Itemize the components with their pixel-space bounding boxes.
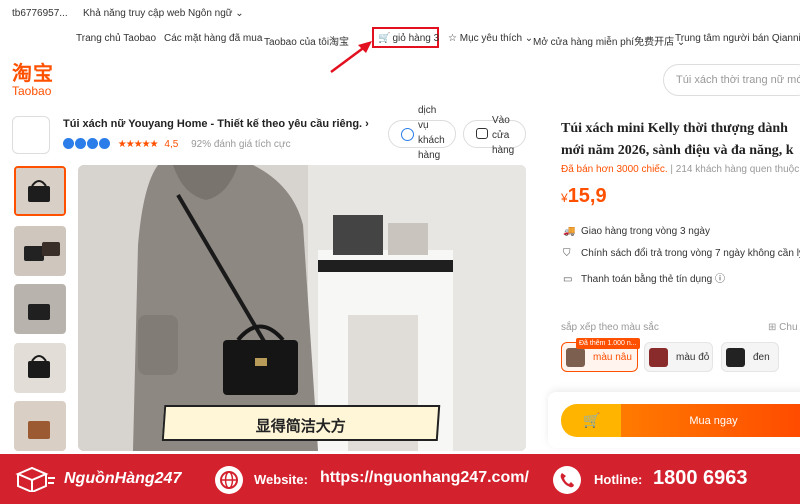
buy-now-label: Mua ngay <box>689 415 738 427</box>
promo-footer: NguồnHàng247 Website: https://nguonhang2… <box>0 454 800 504</box>
caption-text: 显得简洁大方 <box>255 418 346 435</box>
color-option-red[interactable]: màu đỏ <box>644 342 713 372</box>
user-account-link[interactable]: tb6776957... <box>12 8 68 19</box>
nav-purchased[interactable]: Các mặt hàng đã mua <box>164 33 262 44</box>
color-name: màu đỏ <box>676 352 710 363</box>
color-swatch <box>726 348 745 367</box>
grid-icon: ⊞ <box>768 322 777 333</box>
website-label: Website: <box>254 472 308 487</box>
phone-icon <box>553 466 581 494</box>
star-icon: ☆ <box>448 33 457 44</box>
enter-shop-label: Vào cửa hàng <box>492 115 515 156</box>
card-icon: ▭ <box>563 274 573 285</box>
accessibility-link[interactable]: Khả năng truy cập web <box>83 8 185 19</box>
store-avatar[interactable] <box>12 116 50 154</box>
thumbnail-image <box>14 226 66 276</box>
buy-now-button[interactable]: Mua ngay <box>621 404 800 437</box>
truck-icon: 🚚 <box>563 226 576 237</box>
globe-icon <box>215 466 243 494</box>
sort-by-color-label: sắp xếp theo màu sắc <box>561 322 659 333</box>
search-input[interactable]: Túi xách thời trang nữ mới <box>663 64 800 96</box>
product-title-line2: mới năm 2026, sành điệu và đa năng, k <box>561 143 794 158</box>
cart-link[interactable]: 🛒 giỏ hàng 3 <box>372 27 439 48</box>
service-return-text: Chính sách đổi trả trong vòng 7 ngày khô… <box>581 248 800 259</box>
store-rating: ★★★★★ 4,5 92% đánh giá tích cực <box>63 138 291 150</box>
logo-en: Taobao <box>12 84 52 98</box>
service-payment-text: Thanh toán bằng thẻ tín dụng ⓘ <box>581 274 725 285</box>
thumbnail-image <box>14 284 66 334</box>
thumbnail-image <box>14 343 66 393</box>
nav-home[interactable]: Trang chủ Taobao <box>76 33 156 44</box>
product-title: Túi xách mini Kelly thời thượng dành mới… <box>561 118 800 162</box>
shop-icon <box>476 128 488 139</box>
color-swatch <box>566 348 585 367</box>
thumbnail-1[interactable] <box>14 166 66 216</box>
medal-icon <box>99 138 110 149</box>
rating-score: 4,5 <box>164 139 179 150</box>
service-payment: ▭ Thanh toán bằng thẻ tín dụng ⓘ <box>563 270 725 285</box>
cart-icon: 🛒 <box>378 33 391 44</box>
thumbnail-3[interactable] <box>14 284 66 334</box>
nav-favorites[interactable]: ☆ Mục yêu thích ⌄ <box>448 33 533 44</box>
language-selector[interactable]: Ngôn ngữ ⌄ <box>188 8 244 19</box>
website-url[interactable]: https://nguonhang247.com/ <box>320 469 529 487</box>
color-name: màu nâu <box>593 352 632 363</box>
product-price: ¥15,9 <box>561 185 607 208</box>
service-return: ⛉ Chính sách đổi trả trong vòng 7 ngày kh… <box>563 248 800 259</box>
rating-stars: ★★★★★ <box>117 139 159 150</box>
add-to-cart-button[interactable]: 🛒 <box>561 404 621 437</box>
thumbnail-4[interactable] <box>14 343 66 393</box>
regular-customers: 214 khách hàng quen thuộc <box>675 164 800 175</box>
shield-icon: ⛉ <box>563 248 571 259</box>
added-badge: Đã thêm 1.000 n... <box>576 338 640 349</box>
cart-label: giỏ hàng 3 <box>392 33 440 44</box>
nav-favorites-label: Mục yêu thích ⌄ <box>459 33 534 44</box>
hotline-label: Hotline: <box>594 472 643 487</box>
medal-icon <box>63 138 74 149</box>
hotline-number[interactable]: 1800 6963 <box>653 467 748 490</box>
sold-count: Đã bán hơn 3000 chiếc. <box>561 164 668 175</box>
search-placeholder: Túi xách thời trang nữ mới <box>676 74 800 86</box>
red-arrow-annotation <box>330 41 372 74</box>
video-caption: 显得简洁大方 <box>161 405 441 441</box>
thumbnail-image <box>16 168 64 214</box>
medal-icon <box>87 138 98 149</box>
product-stats: Đã bán hơn 3000 chiếc. | 214 khách hàng … <box>561 164 800 175</box>
color-option-black[interactable]: đen <box>721 342 779 372</box>
color-swatch <box>649 348 668 367</box>
price-value: 15,9 <box>567 185 607 207</box>
thumbnail-2[interactable] <box>14 226 66 276</box>
top-bar: tb6776957... Khả năng truy cập web Ngôn … <box>0 0 800 26</box>
cart-icon: 🛒 <box>583 412 601 428</box>
chat-icon <box>401 128 414 141</box>
thumbnail-5[interactable] <box>14 401 66 451</box>
thumbnail-image <box>14 401 66 451</box>
nav-seller-center[interactable]: Trung tâm người bán Qianniu ⌄ <box>675 33 800 44</box>
store-name-link[interactable]: Túi xách nữ Youyang Home - Thiết kế theo… <box>63 118 369 130</box>
price-currency: ¥ <box>561 191 568 205</box>
sort-by-color-option[interactable]: ⊞ Chu <box>768 322 798 333</box>
truck-box-icon <box>15 466 55 492</box>
nav-open-store[interactable]: Mở cửa hàng miễn phí免费开店 ⌄ <box>533 33 685 48</box>
medal-icon <box>75 138 86 149</box>
color-name: đen <box>753 352 770 363</box>
taobao-logo[interactable]: 淘宝 Taobao <box>12 64 54 98</box>
logo-cn: 淘宝 <box>12 63 54 85</box>
product-title-line1: Túi xách mini Kelly thời thượng dành <box>561 121 788 136</box>
service-delivery-text: Giao hàng trong vòng 3 ngày <box>581 226 710 237</box>
sort-right-label: Chu <box>779 322 798 333</box>
customer-service-label: dịch vụ khách hàng <box>418 105 445 161</box>
good-rate: 92% đánh giá tích cực <box>191 139 291 150</box>
service-delivery: 🚚 Giao hàng trong vòng 3 ngày <box>563 226 710 237</box>
footer-brand: NguồnHàng247 <box>64 470 182 487</box>
